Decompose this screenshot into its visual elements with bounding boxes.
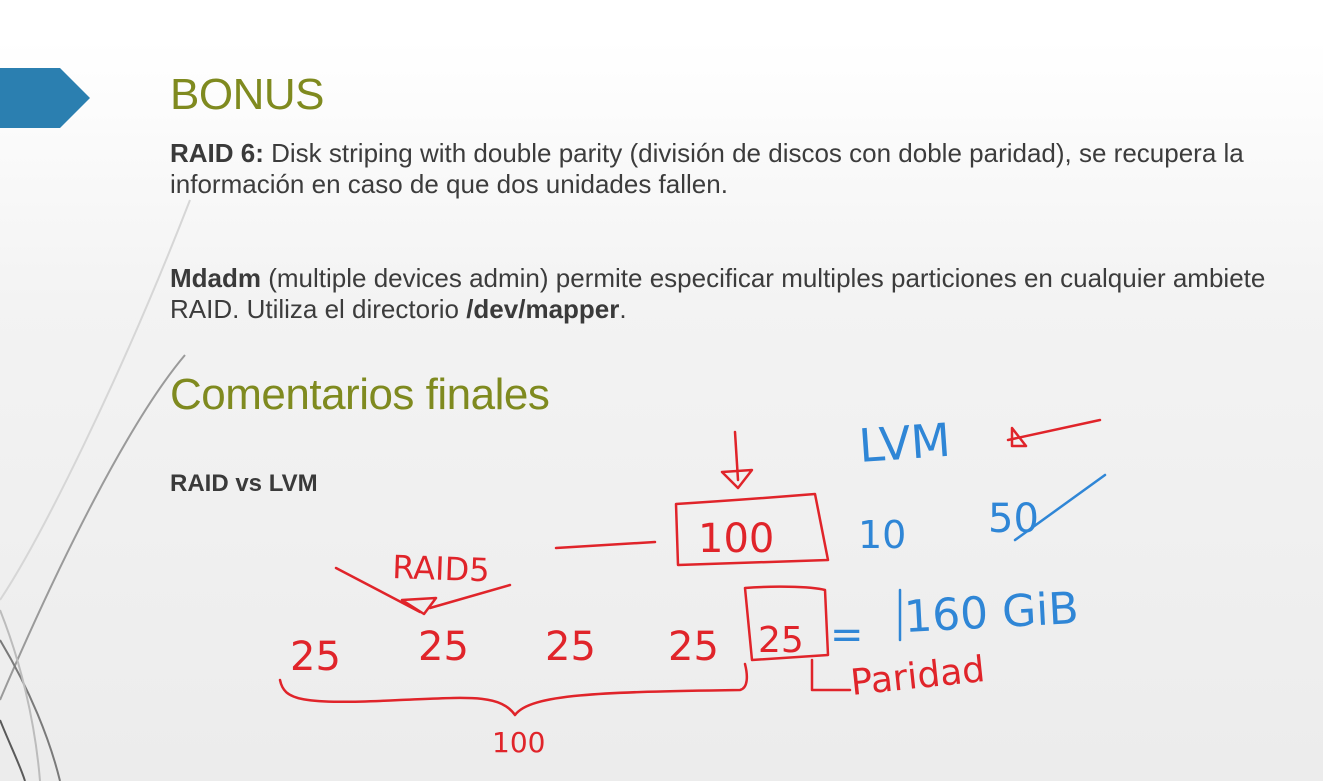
parity-label: Paridad xyxy=(849,649,987,704)
parity-disk: 25 xyxy=(758,620,804,661)
value-50: 50 xyxy=(988,496,1039,542)
raid6-label: RAID 6: xyxy=(170,138,264,168)
mdadm-text: (multiple devices admin) permite especif… xyxy=(170,263,1266,324)
box-value-100: 100 xyxy=(698,516,774,562)
bonus-heading: BONUS xyxy=(170,70,324,119)
disk-1: 25 xyxy=(290,634,341,680)
red-ink-strokes xyxy=(278,418,1102,717)
mdadm-path: /dev/mapper xyxy=(466,294,620,324)
result-160-gib: 160 GiB xyxy=(903,583,1080,643)
mdadm-paragraph: Mdadm (multiple devices admin) permite e… xyxy=(170,263,1310,325)
value-10: 10 xyxy=(858,513,906,557)
raid5-label: RAID5 xyxy=(392,548,491,589)
slide-top-band xyxy=(0,0,1323,42)
mdadm-text-end: . xyxy=(619,294,627,324)
total-100: 100 xyxy=(492,726,545,759)
blue-ink-strokes xyxy=(898,473,1107,642)
final-comments-heading: Comentarios finales xyxy=(170,370,550,419)
disk-3: 25 xyxy=(545,624,596,670)
raid-vs-lvm-label: RAID vs LVM xyxy=(170,470,318,497)
lvm-label: LVM xyxy=(857,413,952,473)
raid6-text: Disk striping with double parity (divisi… xyxy=(170,138,1244,199)
disk-2: 25 xyxy=(418,624,469,670)
equals-sign: = xyxy=(830,612,864,658)
slide: BONUS RAID 6: Disk striping with double … xyxy=(0,0,1323,781)
disk-4: 25 xyxy=(668,624,719,670)
mdadm-label: Mdadm xyxy=(170,263,261,293)
raid6-paragraph: RAID 6: Disk striping with double parity… xyxy=(170,138,1310,200)
title-ribbon-icon xyxy=(0,68,90,128)
